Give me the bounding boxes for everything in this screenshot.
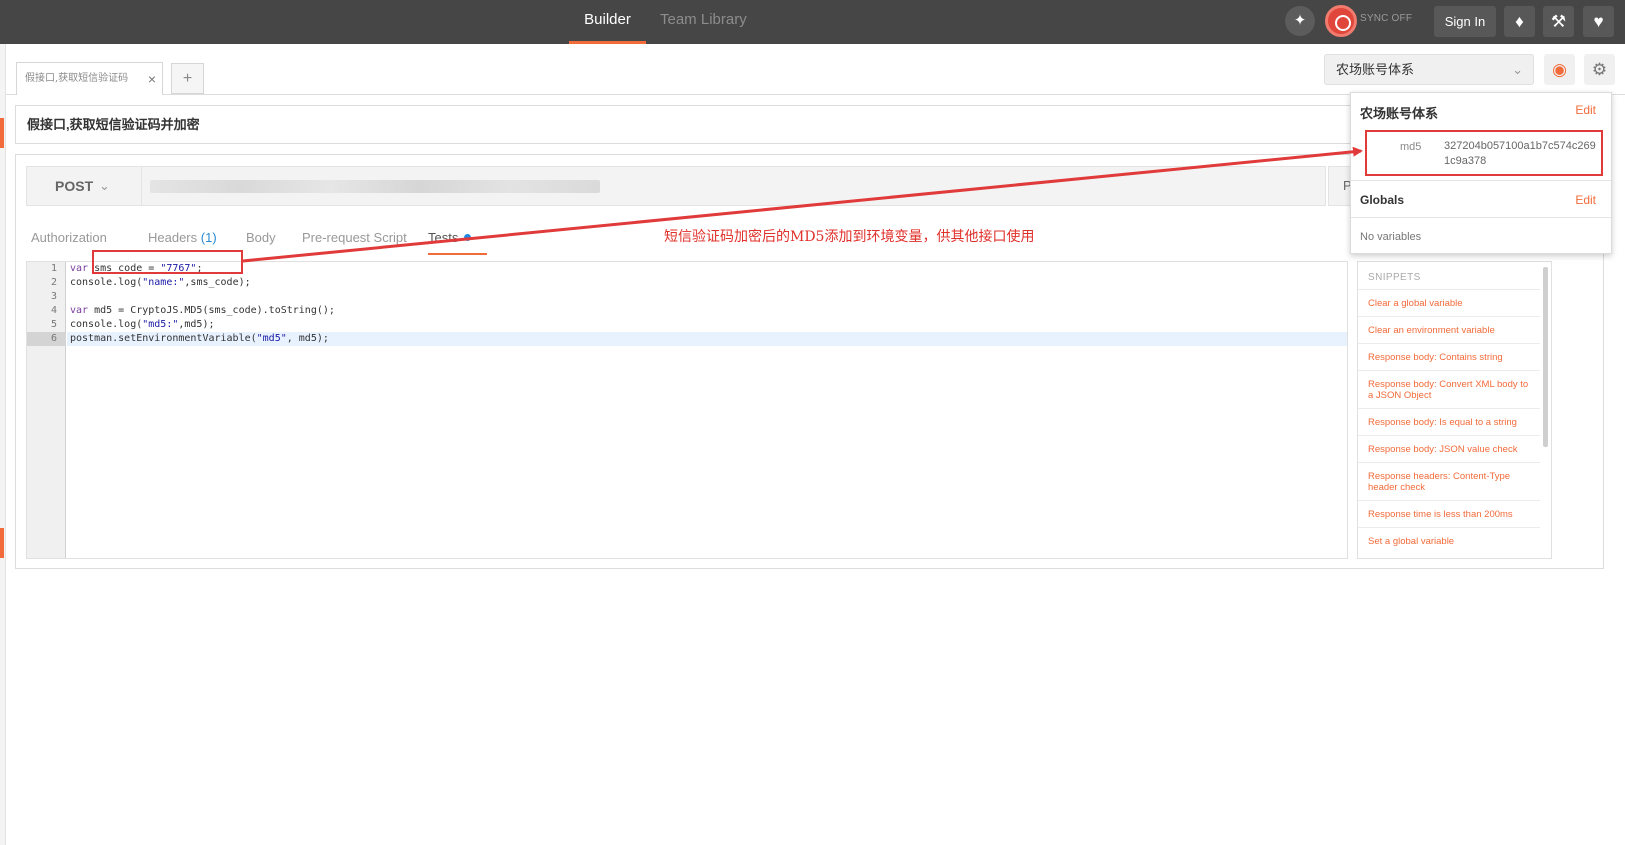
- annotation-arrow: [242, 146, 1363, 263]
